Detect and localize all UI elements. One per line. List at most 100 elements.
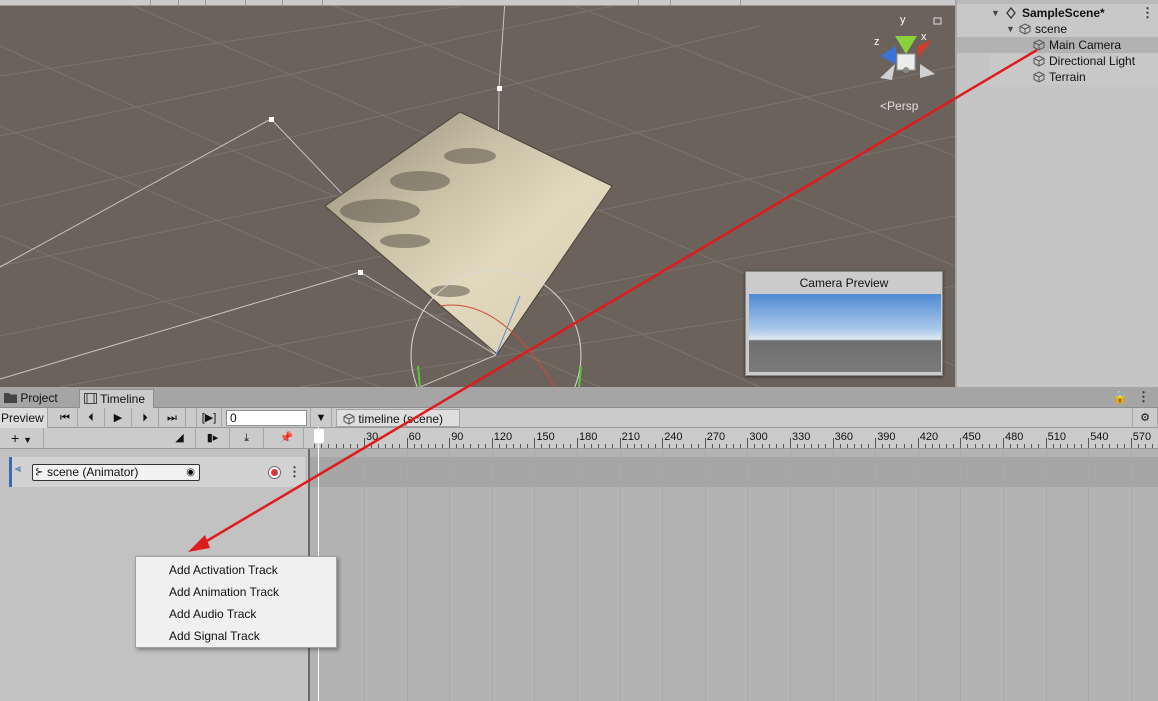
clip-area-gridline [960,449,962,701]
preview-button[interactable]: Preview [0,408,48,428]
track-toolbar: + ▼ ◢ ▮▸ ⤓ 📌 [0,428,308,449]
gizmo-lock-icon[interactable] [933,17,942,25]
persp-toggle[interactable]: <Persp [880,99,918,113]
previous-frame-button[interactable]: ⏴︎ [78,408,105,428]
ruler-minor-tick [598,444,600,448]
gameobject-icon [1033,55,1045,67]
ruler-minor-tick [456,444,458,448]
goto-end-button[interactable]: ⏭ [159,408,186,428]
record-button[interactable] [268,466,281,479]
hierarchy-item-scene[interactable]: ▼ scene [957,21,1158,37]
settings-gear-icon[interactable]: ⚙ [1132,408,1158,428]
hierarchy-item-label: Directional Light [1049,54,1136,68]
ruler-tick-label: 420 [919,431,939,443]
track-header-scene-animator[interactable]: ⫷ ⊱ scene (Animator) ◉ ⋮ [9,457,305,487]
ruler-minor-tick [392,444,394,448]
ruler-minor-tick [1109,444,1111,448]
object-picker-icon[interactable]: ◉ [186,465,195,480]
gameobject-icon [1019,23,1031,35]
ruler-minor-tick [520,444,522,448]
ruler-minor-tick [797,444,798,448]
ruler-tick-label: 270 [706,431,726,443]
ruler-minor-tick [349,444,351,448]
timeline-window: Project Timeline 🔒 ⋮ Preview ⏮ ⏴︎ ▶ ⏵︎ ⏭… [0,387,1158,701]
play-button[interactable]: ▶ [105,408,132,428]
window-menu-icon[interactable]: ⋮ [1137,389,1150,404]
goto-start-button[interactable]: ⏮ [53,408,78,428]
ruler-minor-tick [420,444,422,448]
hierarchy-item-label: Main Camera [1049,38,1122,52]
clip-area[interactable] [308,449,1158,701]
clip-area-gridline [704,449,706,701]
window-menu[interactable]: 🔒 ⋮ [1113,390,1150,404]
ruler-minor-tick [839,444,841,448]
breadcrumb-label: timeline (scene) [358,412,444,426]
ruler-minor-tick [498,444,500,448]
ruler-minor-tick [782,444,784,448]
ruler-major-tick [662,438,664,448]
next-frame-button[interactable]: ⏵︎ [132,408,159,428]
ruler-minor-tick [569,444,571,448]
ruler-minor-tick [903,444,905,448]
persp-label: Persp [887,99,919,113]
hierarchy-indent-area [957,53,989,387]
scene-menu-icon[interactable]: ⋮ [1141,6,1154,19]
lock-icon[interactable]: 🔒 [1113,390,1128,404]
ruler-minor-tick [761,444,763,448]
breadcrumb[interactable]: timeline (scene) [336,409,461,427]
clip-edit-mode-button[interactable]: ◢ [164,428,196,448]
track-clip-row[interactable] [310,457,1158,487]
gizmo-z-label: z [874,36,880,48]
gameobject-icon [343,413,355,425]
clip-area-gridline [406,449,408,701]
playhead-handle[interactable] [314,429,324,443]
camera-preview-panel: Camera Preview [745,271,943,376]
ruler-major-tick [577,438,578,448]
expand-arrow-icon[interactable]: ▼ [1006,21,1015,37]
ruler-minor-tick [974,444,976,448]
camera-preview-image [749,294,941,372]
hierarchy-item-directional-light[interactable]: Directional Light [957,53,1158,69]
play-range-button[interactable]: [▶] [196,408,222,428]
ruler-major-tick [790,438,791,448]
tab-timeline[interactable]: Timeline [79,389,154,408]
track-binding-label: scene (Animator) [47,465,139,479]
clip-area-gridline [790,449,791,701]
ruler-minor-tick [385,444,387,448]
time-ruler[interactable]: 30 60 90 120 150 180 210 240 270 300 330 360 390 420 4… [308,428,1158,449]
track-menu-icon[interactable]: ⋮ [288,465,301,478]
menu-add-activation-track[interactable]: Add Activation Track [136,559,336,581]
menu-add-audio-track[interactable]: Add Audio Track [136,603,336,625]
ruler-tick-label: 30 [366,431,379,443]
orientation-gizmo[interactable]: y z x [874,14,942,80]
frame-field[interactable]: 0 [226,410,307,426]
timeline-selector-dropdown[interactable]: ▼ [310,408,332,428]
ruler-minor-tick [967,444,969,448]
ruler-minor-tick [470,444,472,448]
track-binding-field[interactable]: ⊱ scene (Animator) ◉ [32,464,200,481]
ripple-mode-button[interactable]: ▮▸ [196,428,230,448]
tab-project[interactable]: Project [0,389,78,408]
hierarchy-item-main-camera[interactable]: Main Camera [957,37,1158,53]
clip-area-gridline [364,449,365,701]
ruler-minor-tick [740,444,742,448]
menu-add-signal-track[interactable]: Add Signal Track [136,625,336,647]
replace-mode-button[interactable]: ⤓ [230,428,264,448]
ruler-minor-tick [612,444,614,448]
hierarchy-scene-row[interactable]: ▼ SampleScene* ⋮ [957,5,1158,21]
tab-bar: Project Timeline 🔒 ⋮ [0,387,1158,408]
ruler-minor-tick [1024,444,1026,448]
clip-area-gridline [534,449,536,701]
add-track-button[interactable]: + ▼ [0,428,44,448]
hierarchy-item-terrain[interactable]: Terrain [957,69,1158,85]
menu-add-animation-track[interactable]: Add Animation Track [136,581,336,603]
ruler-minor-tick [505,444,507,448]
gameobject-icon [1033,39,1045,51]
scene-view[interactable]: y z x <Persp Camera Preview [0,0,955,387]
ruler-minor-tick [399,444,401,448]
ruler-minor-tick [882,444,884,448]
ruler-minor-tick [655,444,656,448]
hierarchy-empty-area[interactable] [989,85,1158,387]
expand-arrow-icon[interactable]: ▼ [991,5,1000,21]
snap-pin-icon[interactable]: 📌 [270,428,304,448]
